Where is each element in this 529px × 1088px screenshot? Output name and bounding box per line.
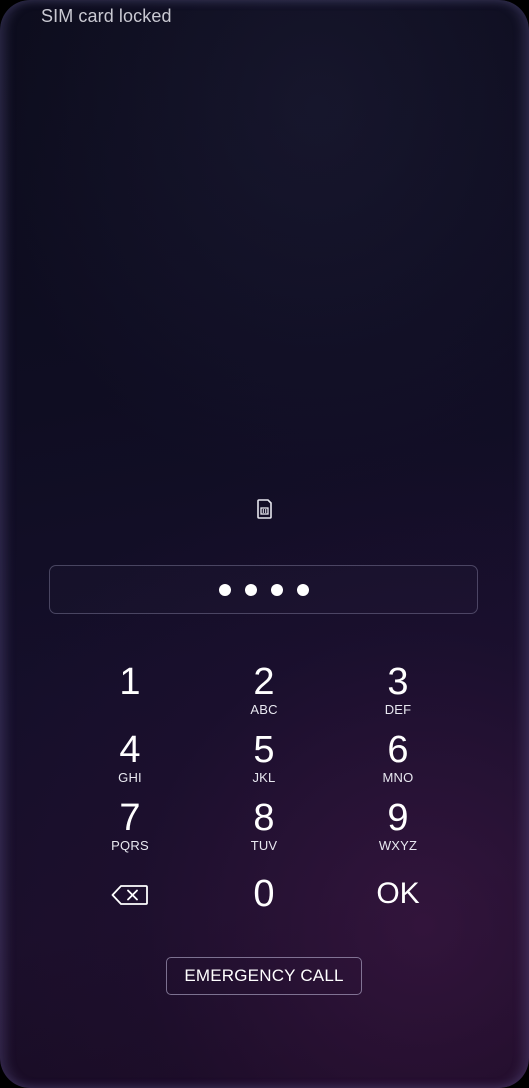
- key-letters: TUV: [250, 838, 278, 853]
- keypad-key-3[interactable]: 3 DEF: [338, 662, 458, 726]
- backspace-button[interactable]: [70, 874, 190, 938]
- sim-card-icon: [257, 499, 272, 519]
- ok-label: OK: [376, 877, 420, 910]
- key-digit: 0: [253, 873, 275, 915]
- keypad-key-4[interactable]: 4 GHI: [70, 730, 190, 794]
- key-digit: 1: [119, 661, 141, 703]
- emergency-call-button[interactable]: EMERGENCY CALL: [166, 957, 362, 995]
- key-digit: 8: [253, 797, 275, 839]
- key-digit: 9: [387, 797, 409, 839]
- keypad-key-7[interactable]: 7 PQRS: [70, 798, 190, 862]
- keypad-key-9[interactable]: 9 WXYZ: [338, 798, 458, 862]
- key-digit: 6: [387, 729, 409, 771]
- key-digit: 3: [387, 661, 409, 703]
- keypad-key-5[interactable]: 5 JKL: [204, 730, 324, 794]
- status-carrier-text: SIM card locked: [41, 6, 172, 26]
- key-digit: 2: [253, 661, 275, 703]
- key-digit: 5: [253, 729, 275, 771]
- key-letters: DEF: [384, 702, 412, 717]
- pin-dot: [296, 583, 309, 596]
- backspace-icon: [111, 885, 148, 905]
- keypad-key-8[interactable]: 8 TUV: [204, 798, 324, 862]
- key-letters: WXYZ: [378, 838, 418, 853]
- ok-button[interactable]: OK: [338, 874, 458, 938]
- key-letters: PQRS: [111, 838, 149, 853]
- pin-dot: [218, 583, 231, 596]
- keypad-key-1[interactable]: 1: [70, 662, 190, 726]
- keypad-key-2[interactable]: 2 ABC: [204, 662, 324, 726]
- key-digit: 4: [119, 729, 141, 771]
- key-letters: GHI: [118, 770, 142, 785]
- key-digit: 7: [119, 797, 141, 839]
- keypad-key-6[interactable]: 6 MNO: [338, 730, 458, 794]
- key-letters: MNO: [382, 770, 414, 785]
- key-letters: ABC: [250, 702, 278, 717]
- lock-screen: SIM card locked 1 2 ABC 3 DEF 4 GHI 5 JK…: [0, 0, 529, 1088]
- keypad-key-0[interactable]: 0: [204, 874, 324, 938]
- pin-input-field[interactable]: [49, 565, 478, 614]
- pin-dot: [244, 583, 257, 596]
- pin-dots: [50, 566, 477, 613]
- pin-dot: [270, 583, 283, 596]
- key-letters: JKL: [252, 770, 276, 785]
